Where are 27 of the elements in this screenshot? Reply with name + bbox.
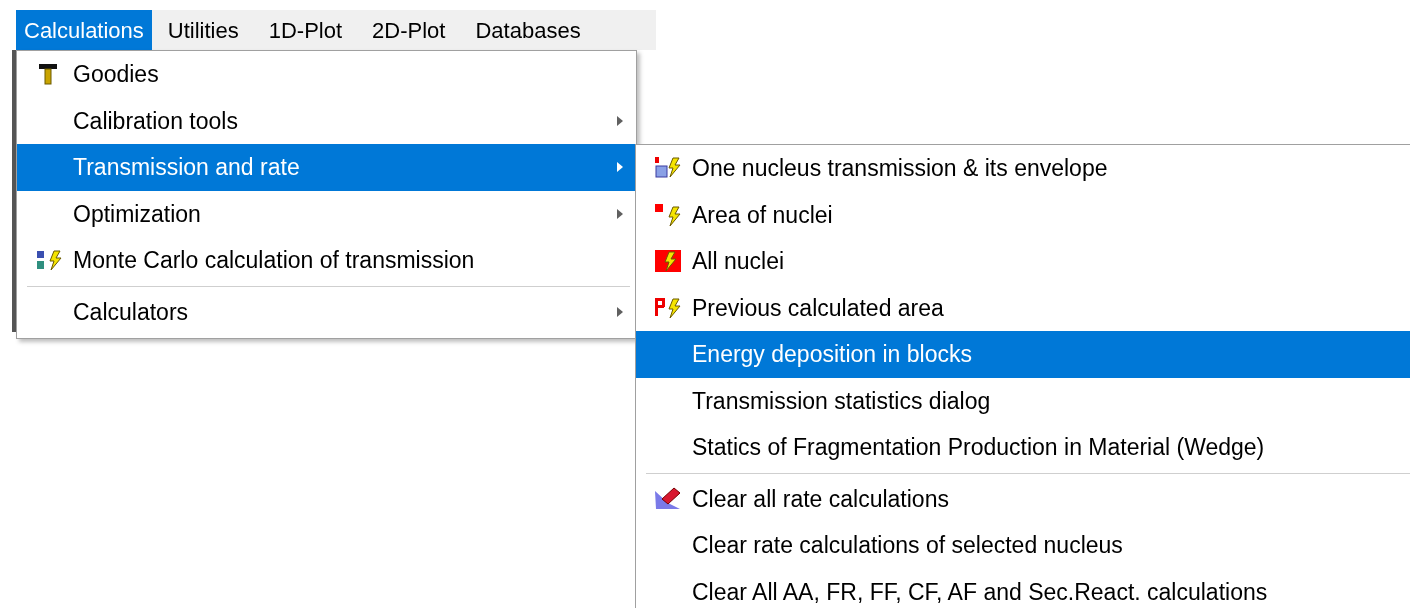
menu-item[interactable]: Transmission and rate [17,144,636,191]
menu-item[interactable]: Transmission statistics dialog [636,377,1410,424]
menu-item[interactable]: Energy deposition in blocks [636,331,1410,378]
bolt-icon [35,248,63,273]
menu-bar-item[interactable]: Databases [467,10,589,50]
bolt-icon [654,202,682,227]
bolt-icon [654,295,682,320]
menu-item[interactable]: Clear all rate calculations [636,475,1410,522]
menu-bar-item[interactable]: Utilities [159,10,247,50]
menu-bar-item[interactable]: 1D-Plot [260,10,351,50]
menu-item[interactable]: Monte Carlo calculation of transmission [17,237,636,284]
bolt-icon [654,156,682,181]
menu-item[interactable]: One nucleus transmission & its envelope [636,145,1410,192]
menu-item[interactable]: Optimization [17,190,636,237]
bolt-icon [654,249,682,274]
menu-item[interactable]: Goodies [17,51,636,98]
menu-item[interactable]: Statics of Fragmentation Production in Material (Wedge) [636,424,1410,471]
menu-item[interactable]: Calculators [17,288,636,335]
menu-bar-item[interactable]: 2D-Plot [364,10,454,50]
menu-item[interactable]: Area of nuclei [636,191,1410,238]
menu-item[interactable]: Clear rate calculations of selected nucleus [636,522,1410,569]
menu-item[interactable]: All nuclei [636,238,1410,285]
eraser-icon [654,486,682,511]
menu-bar-item[interactable]: Calculations [16,10,152,50]
menu-item[interactable]: Calibration tools [17,97,636,144]
menu-item[interactable]: Clear All AA, FR, FF, CF, AF and Sec.React. calculations [636,568,1410,608]
menu-item[interactable]: Previous calculated area [636,284,1410,331]
